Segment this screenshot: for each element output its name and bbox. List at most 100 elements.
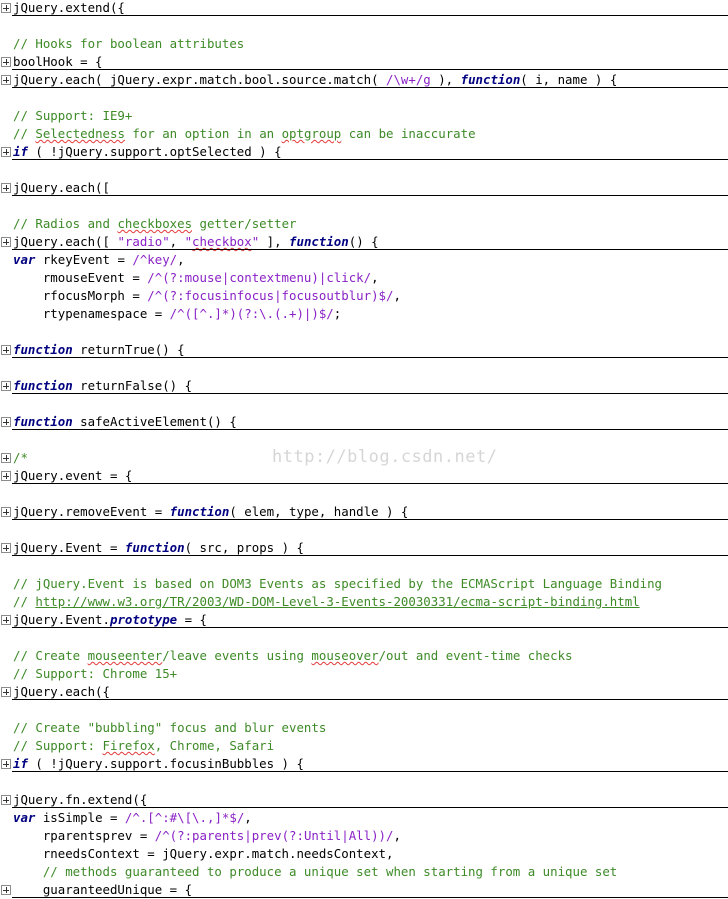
code-token: rparentsprev = [13, 828, 155, 843]
fold-expand-icon[interactable] [1, 885, 11, 895]
code-token: /^.[^:#\[\.,]*$/ [124, 810, 245, 825]
code-text: // http://www.w3.org/TR/2003/WD-DOM-Leve… [13, 593, 640, 611]
code-token: // Support: IE9+ [13, 108, 133, 123]
code-text: /* [13, 449, 28, 467]
code-token: if [13, 756, 28, 771]
code-token: rfocusMorph = [13, 288, 148, 303]
fold-separator-line [12, 429, 728, 430]
code-token: getter/setter [192, 216, 297, 231]
fold-expand-icon[interactable] [1, 381, 11, 391]
code-token: , [177, 252, 185, 267]
code-token: // Radios and [13, 216, 118, 231]
code-token: Firefox [102, 738, 155, 753]
code-line[interactable]: // Create "bubbling" focus and blur even… [0, 719, 728, 737]
fold-expand-icon[interactable] [1, 345, 11, 355]
fold-separator-line [12, 627, 728, 628]
code-line[interactable]: // Radios and checkboxes getter/setter [0, 215, 728, 233]
code-text: var isSimple = /^.[^:#\[\.,]*$/, [13, 809, 252, 827]
code-token: checkbox [192, 234, 252, 249]
code-token: , [393, 288, 401, 303]
code-token: function [124, 540, 185, 555]
code-line[interactable]: // Support: IE9+ [0, 107, 728, 125]
fold-expand-icon[interactable] [1, 237, 11, 247]
code-token: ), [430, 72, 461, 87]
code-line[interactable]: // http://www.w3.org/TR/2003/WD-DOM-Leve… [0, 593, 728, 611]
code-text: // Radios and checkboxes getter/setter [13, 215, 296, 233]
code-token: , [244, 810, 252, 825]
code-line[interactable]: rparentsprev = /^(?:parents|prev(?:Until… [0, 827, 728, 845]
fold-expand-icon[interactable] [1, 507, 11, 517]
fold-expand-icon[interactable] [1, 759, 11, 769]
fold-expand-icon[interactable] [1, 687, 11, 697]
code-line[interactable]: // methods guaranteed to produce a uniqu… [0, 863, 728, 881]
code-token: can be inaccurate [341, 126, 476, 141]
fold-separator-line [12, 519, 728, 520]
fold-expand-icon[interactable] [1, 3, 11, 13]
code-token: function [169, 504, 230, 519]
code-token: optgroup [281, 126, 342, 141]
code-token: function [13, 342, 73, 357]
code-token: /^([^.]*)(?:\.(.+)|)$/ [169, 306, 334, 321]
fold-separator-line [12, 159, 728, 160]
fold-expand-icon[interactable] [1, 183, 11, 193]
code-token: jQuery.removeEvent = [13, 504, 170, 519]
code-token: returnTrue() { [72, 342, 185, 357]
code-token: /\w+/g [386, 72, 431, 87]
code-line[interactable]: var rkeyEvent = /^key/, [0, 251, 728, 269]
code-token: var [13, 810, 36, 825]
code-token: , [393, 828, 401, 843]
code-line[interactable]: // Selectedness for an option in an optg… [0, 125, 728, 143]
fold-expand-icon[interactable] [1, 75, 11, 85]
code-token: rkeyEvent = [35, 252, 133, 267]
code-token: jQuery.fn.extend({ [13, 792, 148, 807]
code-token: ( elem, type, handle ) { [229, 504, 409, 519]
code-token: ( !jQuery.support.focusinBubbles ) { [27, 756, 304, 771]
code-token: ( i, name ) { [520, 72, 618, 87]
code-token: // Support: [13, 738, 103, 753]
fold-expand-icon[interactable] [1, 453, 11, 463]
code-line[interactable]: rneedsContext = jQuery.expr.match.needsC… [0, 845, 728, 863]
code-token: returnFalse() { [72, 378, 193, 393]
code-text: rparentsprev = /^(?:parents|prev(?:Until… [13, 827, 401, 845]
code-line[interactable]: rmouseEvent = /^(?:mouse|contextmenu)|cl… [0, 269, 728, 287]
code-token: guaranteedUnique = { [13, 882, 193, 897]
code-text: // Selectedness for an option in an optg… [13, 125, 476, 143]
fold-expand-icon[interactable] [1, 57, 11, 67]
fold-expand-icon[interactable] [1, 471, 11, 481]
code-token: // [13, 126, 36, 141]
code-token: /out and event-time checks [378, 648, 573, 663]
code-token: jQuery.extend({ [13, 0, 125, 15]
fold-separator-line [12, 555, 728, 556]
code-token: jQuery.each([ [13, 234, 118, 249]
fold-expand-icon[interactable] [1, 795, 11, 805]
fold-separator-line [12, 393, 728, 394]
fold-separator-line [12, 69, 728, 70]
code-token: function [13, 378, 73, 393]
code-line[interactable]: var isSimple = /^.[^:#\[\.,]*$/, [0, 809, 728, 827]
code-line[interactable]: // jQuery.Event is based on DOM3 Events … [0, 575, 728, 593]
code-line[interactable]: rtypenamespace = /^([^.]*)(?:\.(.+)|)$/; [0, 305, 728, 323]
fold-expand-icon[interactable] [1, 147, 11, 157]
fold-expand-icon[interactable] [1, 543, 11, 553]
code-token: jQuery.each( jQuery.expr.match.bool.sour… [13, 72, 386, 87]
code-token: // Hooks for boolean attributes [13, 36, 245, 51]
code-token: function [289, 234, 349, 249]
code-token: ], [259, 234, 290, 249]
code-text: // Support: Firefox, Chrome, Safari [13, 737, 274, 755]
code-line[interactable]: // Create mouseenter/leave events using … [0, 647, 728, 665]
code-token: /leave events using [162, 648, 312, 663]
code-text: rmouseEvent = /^(?:mouse|contextmenu)|cl… [13, 269, 379, 287]
fold-expand-icon[interactable] [1, 417, 11, 427]
code-line[interactable]: // Support: Chrome 15+ [0, 665, 728, 683]
code-line[interactable]: // Hooks for boolean attributes [0, 35, 728, 53]
code-text: // Support: Chrome 15+ [13, 665, 177, 683]
code-line[interactable]: // Support: Firefox, Chrome, Safari [0, 737, 728, 755]
code-token: jQuery.each({ [13, 684, 110, 699]
code-line[interactable]: rfocusMorph = /^(?:focusinfocus|focusout… [0, 287, 728, 305]
code-token: safeActiveElement() { [72, 414, 237, 429]
code-token: rtypenamespace = [13, 306, 170, 321]
fold-expand-icon[interactable] [1, 615, 11, 625]
code-token: prototype [109, 612, 178, 627]
code-text: // Create mouseenter/leave events using … [13, 647, 573, 665]
fold-separator-line [12, 249, 728, 250]
